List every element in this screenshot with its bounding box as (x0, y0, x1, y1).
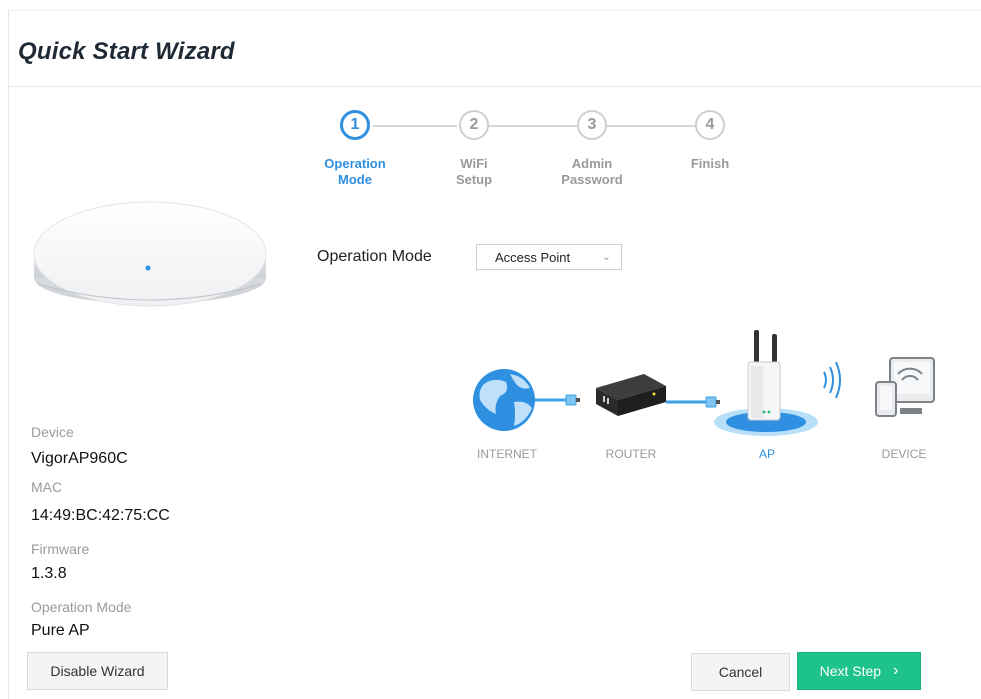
topology-router-label: ROUTER (605, 447, 657, 461)
device-value: VigorAP960C (31, 450, 128, 467)
operation-mode-label: Operation Mode (317, 248, 432, 265)
step-2-circle: 2 (459, 110, 489, 140)
step-1-label: Operation Mode (324, 156, 386, 187)
topology-internet-label: INTERNET (477, 447, 537, 461)
operation-mode-info-value: Pure AP (31, 622, 90, 639)
topology-device-label: DEVICE (881, 447, 927, 461)
device-label: Device (31, 424, 74, 440)
operation-mode-info-label: Operation Mode (31, 599, 132, 615)
step-4-label: Finish (690, 156, 730, 171)
devices-icon (875, 357, 935, 417)
firmware-value: 1.3.8 (31, 565, 67, 582)
step-3-label: Admin Password (561, 156, 623, 187)
cancel-button[interactable]: Cancel (691, 653, 790, 691)
router-icon (596, 374, 666, 416)
step-1-circle: 1 (340, 110, 370, 140)
step-3-circle: 3 (577, 110, 607, 140)
operation-mode-select-value: Access Point (495, 250, 571, 265)
access-point-device-image (33, 201, 267, 307)
step-4-circle: 4 (695, 110, 725, 140)
next-step-label: Next Step (819, 663, 882, 679)
step-connector (607, 125, 695, 127)
access-point-icon (747, 330, 781, 421)
globe-icon (473, 369, 535, 431)
network-topology-diagram (473, 330, 935, 436)
step-connector (489, 125, 577, 127)
next-step-button[interactable]: Next Step › (797, 652, 921, 690)
wifi-signal-icon (823, 361, 841, 399)
chevron-right-icon: › (893, 662, 899, 679)
topology-ap-label: AP (758, 447, 775, 461)
step-connector (373, 125, 457, 127)
mac-label: MAC (31, 479, 63, 495)
operation-mode-select[interactable]: Access Point ⌄ (476, 244, 622, 270)
step-2-label: WiFi Setup (455, 156, 493, 187)
disable-wizard-button[interactable]: Disable Wizard (27, 652, 168, 690)
page-title: Quick Start Wizard (18, 38, 235, 65)
title-divider (9, 86, 981, 87)
chevron-down-icon: ⌄ (601, 251, 611, 263)
mac-value: 14:49:BC:42:75:CC (31, 507, 170, 524)
firmware-label: Firmware (31, 541, 90, 557)
